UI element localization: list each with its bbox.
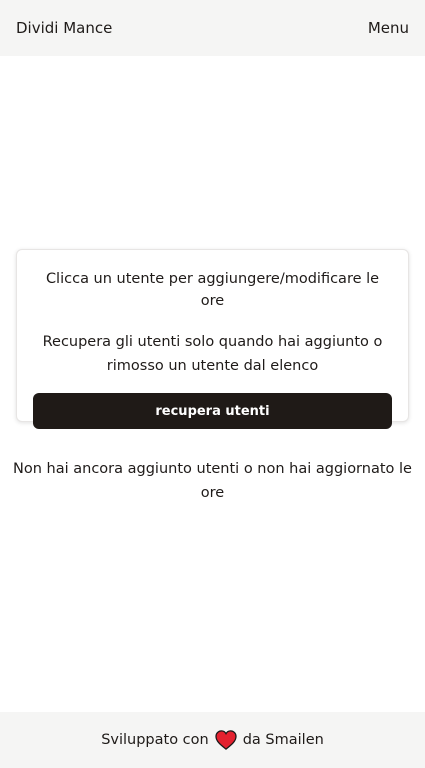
footer: Sviluppato con da Smailen [0, 712, 425, 768]
footer-suffix: da Smailen [242, 732, 324, 748]
brand-link[interactable]: Dividi Mance [16, 19, 112, 37]
heart-icon [215, 730, 237, 750]
footer-prefix: Sviluppato con [101, 732, 209, 748]
empty-state-message: Non hai ancora aggiunto utenti o non hai… [13, 461, 412, 501]
card-instruction: Clicca un utente per aggiungere/modifica… [45, 271, 380, 309]
page: Dividi Mance Menu Clicca un utente per a… [0, 0, 425, 768]
top-navbar: Dividi Mance Menu [0, 0, 425, 56]
users-card: Clicca un utente per aggiungere/modifica… [16, 249, 409, 429]
recover-users-button[interactable]: recupera utenti [33, 393, 392, 429]
card-note: Recupera gli utenti solo quando hai aggi… [42, 334, 383, 374]
menu-button[interactable]: Menu [368, 19, 409, 37]
